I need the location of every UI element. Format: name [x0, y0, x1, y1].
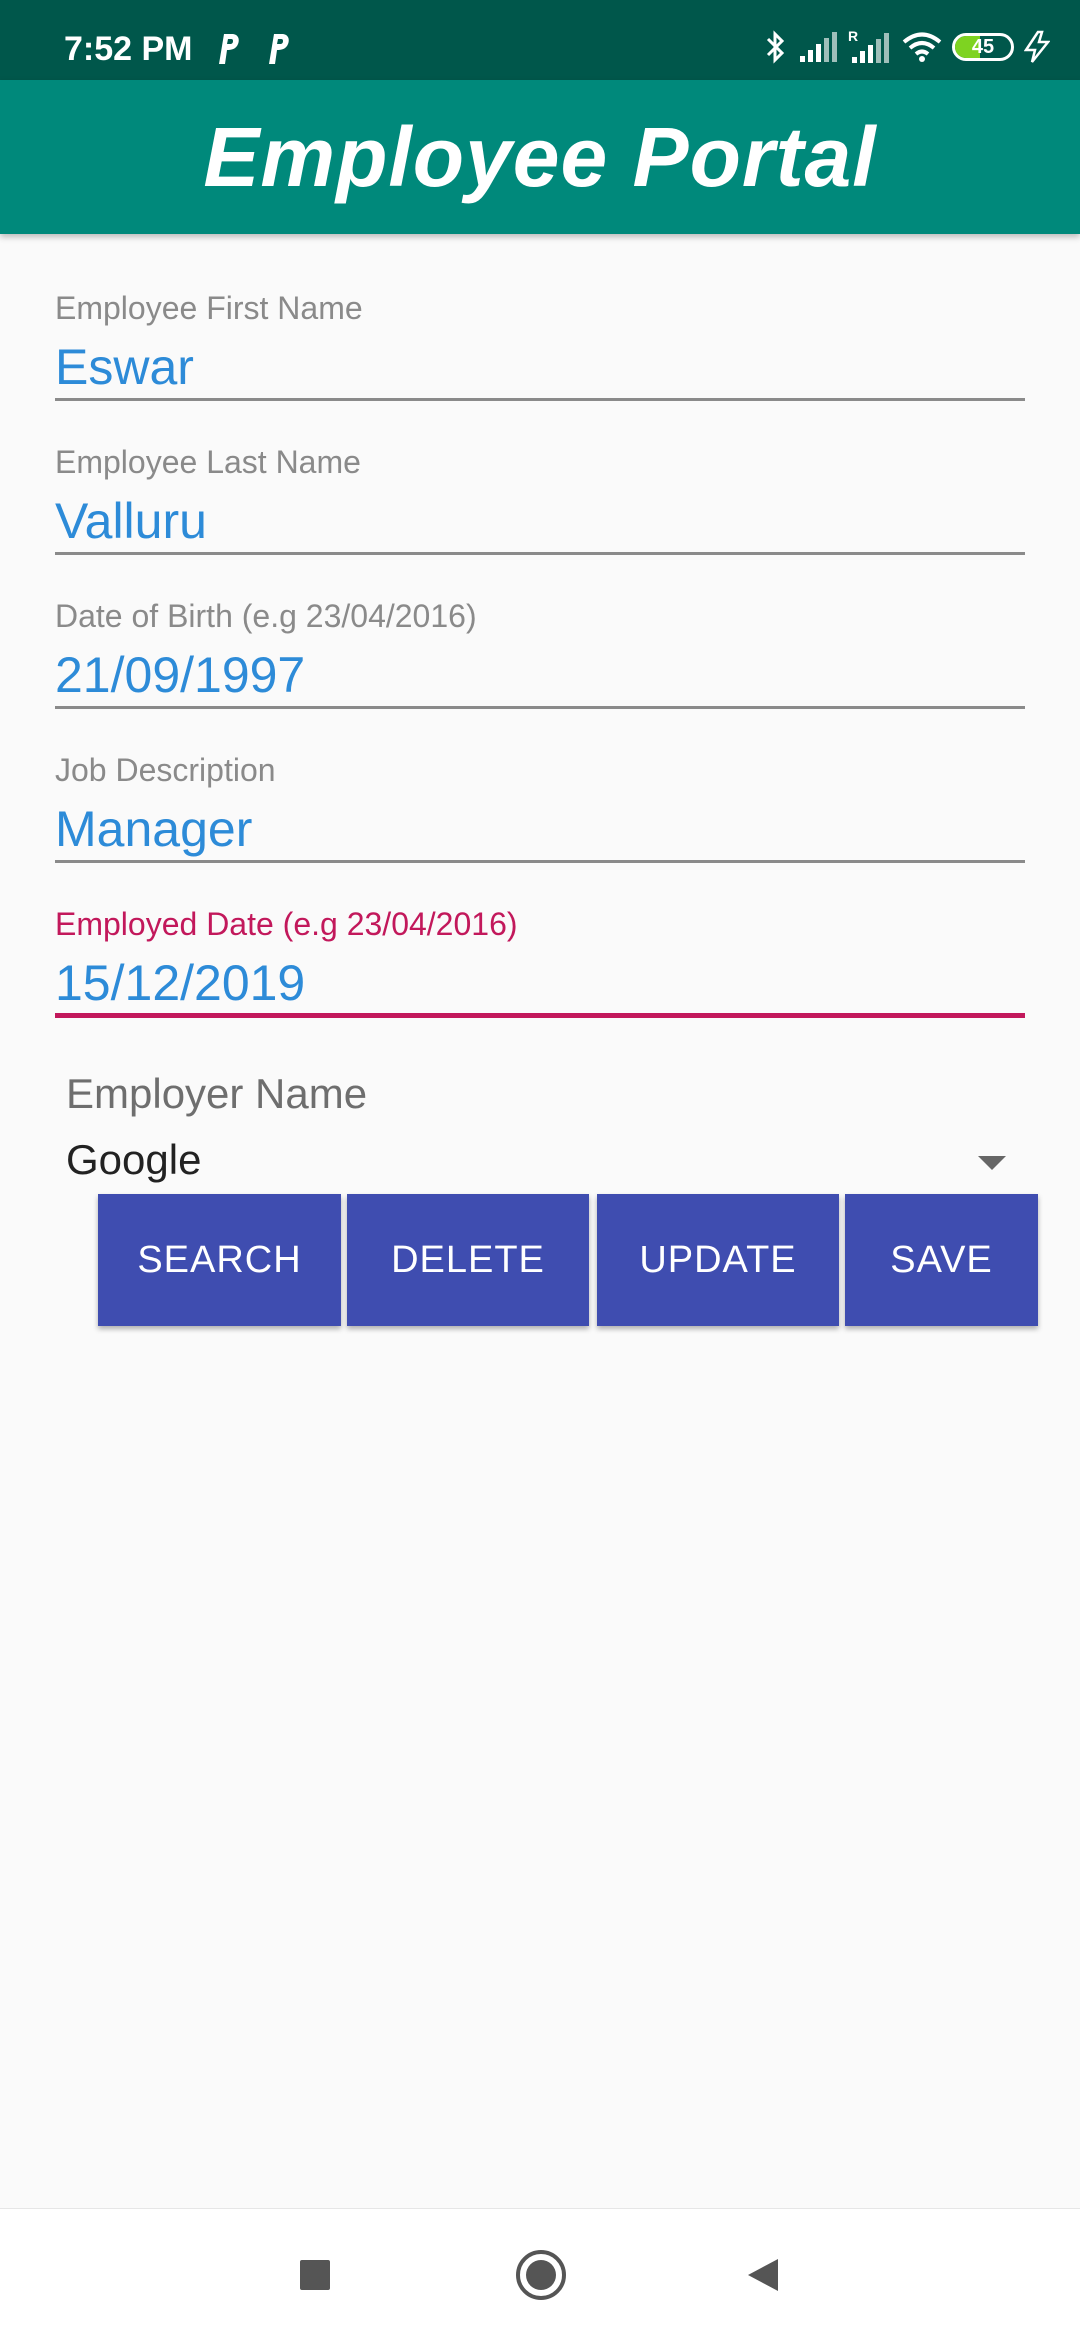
- save-button[interactable]: SAVE: [845, 1194, 1038, 1326]
- first-name-input[interactable]: Eswar: [55, 338, 194, 396]
- battery-icon: 45: [952, 33, 1014, 61]
- navigation-bar: [0, 2208, 1080, 2341]
- home-circle-icon: [516, 2250, 566, 2300]
- employed-date-field[interactable]: Employed Date (e.g 23/04/2016) 15/12/201…: [55, 886, 1025, 1036]
- app-bar: Employee Portal: [0, 80, 1080, 234]
- page-title: Employee Portal: [203, 109, 877, 204]
- recents-square-icon: [300, 2260, 330, 2290]
- employer-name-value: Google: [66, 1136, 202, 1183]
- bluetooth-icon: [766, 30, 785, 64]
- home-button[interactable]: [511, 2245, 571, 2305]
- update-button[interactable]: UPDATE: [597, 1194, 839, 1326]
- status-time: 7:52 PM: [64, 30, 193, 68]
- job-description-underline: [55, 860, 1025, 863]
- job-description-label: Job Description: [55, 752, 276, 788]
- employed-date-label: Employed Date (e.g 23/04/2016): [55, 906, 518, 942]
- employer-name-label: Employer Name: [66, 1070, 368, 1117]
- parking-notification-icon: [269, 34, 289, 64]
- wifi-icon: [902, 32, 942, 62]
- parking-notification-icon: [219, 34, 239, 64]
- job-description-input[interactable]: Manager: [55, 800, 252, 858]
- signal-icon: [800, 32, 837, 62]
- signal-roaming-icon: R: [848, 29, 889, 63]
- employer-name-dropdown[interactable]: Google: [66, 1130, 1006, 1196]
- last-name-input[interactable]: Valluru: [55, 492, 207, 550]
- battery-level: 45: [971, 35, 995, 58]
- dob-underline: [55, 706, 1025, 709]
- back-button[interactable]: [733, 2245, 793, 2305]
- svg-text:R: R: [848, 29, 858, 44]
- dob-field[interactable]: Date of Birth (e.g 23/04/2016) 21/09/199…: [55, 578, 1025, 728]
- first-name-field[interactable]: Employee First Name Eswar: [55, 270, 1025, 420]
- delete-button[interactable]: DELETE: [347, 1194, 589, 1326]
- last-name-label: Employee Last Name: [55, 444, 361, 480]
- last-name-field[interactable]: Employee Last Name Valluru: [55, 424, 1025, 574]
- job-description-field[interactable]: Job Description Manager: [55, 732, 1025, 882]
- first-name-label: Employee First Name: [55, 290, 363, 326]
- recents-button[interactable]: [285, 2245, 345, 2305]
- dropdown-arrow-icon[interactable]: [978, 1156, 1006, 1170]
- search-button[interactable]: SEARCH: [98, 1194, 341, 1326]
- dob-input[interactable]: 21/09/1997: [55, 646, 305, 704]
- dob-label: Date of Birth (e.g 23/04/2016): [55, 598, 477, 634]
- employed-date-underline: [55, 1013, 1025, 1018]
- last-name-underline: [55, 552, 1025, 555]
- first-name-underline: [55, 398, 1025, 401]
- status-bar: 7:52 PM R 45: [0, 0, 1080, 80]
- back-triangle-icon: [748, 2259, 778, 2291]
- charging-icon: [1024, 30, 1050, 63]
- employed-date-input[interactable]: 15/12/2019: [55, 954, 305, 1012]
